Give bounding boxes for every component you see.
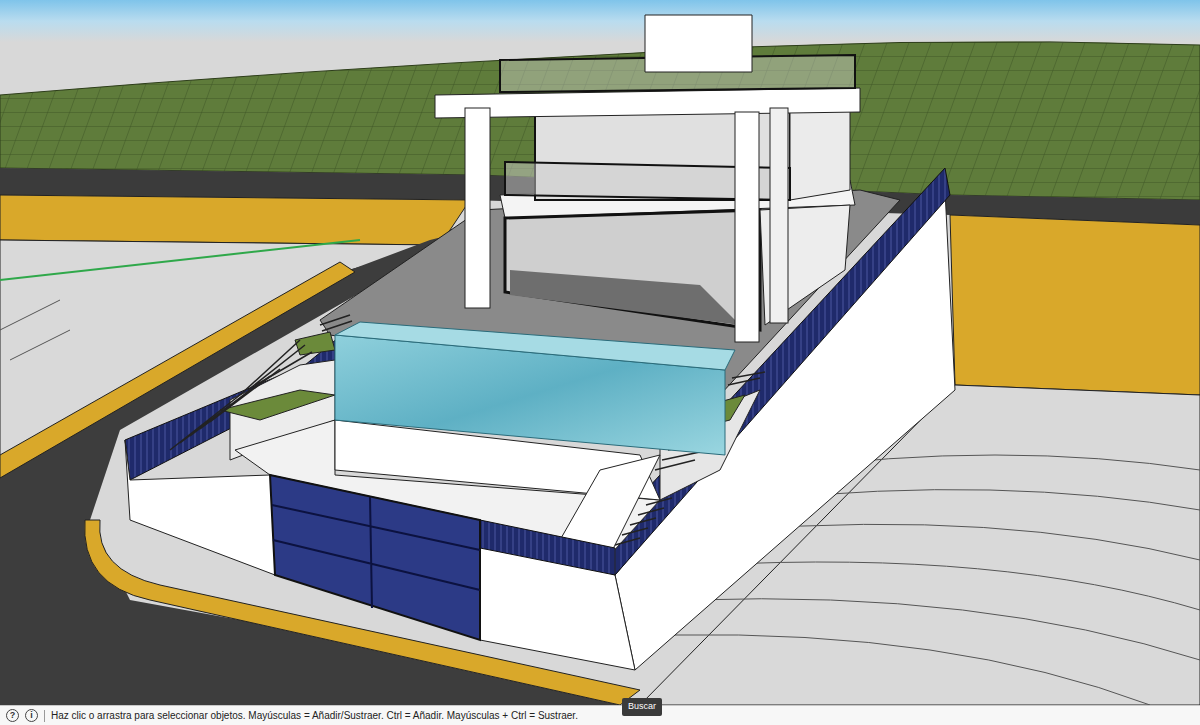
- status-bar: ? i Haz clic o arrastra para seleccionar o…: [0, 705, 1200, 725]
- planter-left: [220, 390, 335, 420]
- sidewalk-left: [0, 195, 470, 245]
- column: [770, 108, 788, 323]
- ground-floor-glass: [505, 210, 760, 330]
- front-fence: [480, 520, 615, 575]
- roof-slab: [435, 88, 860, 118]
- help-icon[interactable]: ?: [6, 709, 19, 722]
- viewport[interactable]: [0, 0, 1200, 705]
- contour-lines: [0, 300, 1200, 705]
- sky: [0, 0, 1200, 705]
- roof-box: [645, 15, 752, 72]
- info-icon[interactable]: i: [25, 709, 38, 722]
- garage-door: [270, 475, 480, 640]
- stairs-left: [170, 315, 352, 450]
- tooltip: Buscar: [622, 698, 662, 716]
- model-viewport[interactable]: [0, 0, 1200, 705]
- planter-left-top: [295, 332, 335, 355]
- upper-floor-side: [790, 108, 850, 200]
- interior-floor: [510, 270, 740, 325]
- property-line: [0, 240, 360, 280]
- column: [465, 108, 490, 308]
- front-wall: [125, 440, 635, 670]
- status-hint: Haz clic o arrastra para seleccionar obj…: [51, 708, 578, 723]
- pool-top: [335, 322, 735, 370]
- sketchup-window: ? i Haz clic o arrastra para seleccionar o…: [0, 0, 1200, 725]
- sidewalk-right: [950, 215, 1200, 395]
- separator: [44, 710, 45, 722]
- column: [735, 112, 759, 342]
